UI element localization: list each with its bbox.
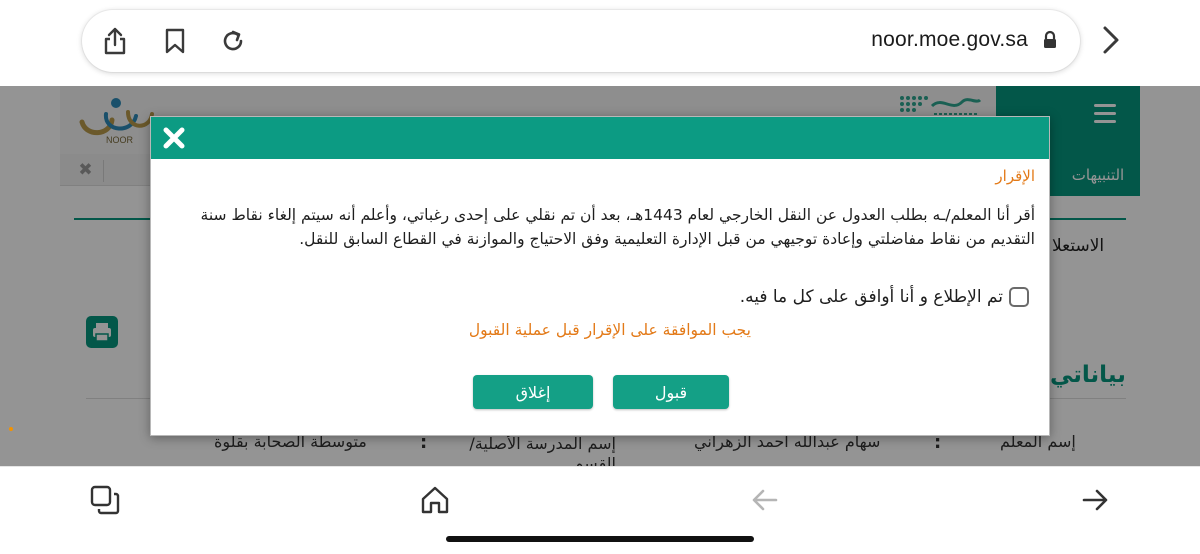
dialog-title: الإقرار xyxy=(995,167,1035,185)
lock-icon xyxy=(1042,30,1058,54)
agree-checkbox[interactable] xyxy=(1009,287,1029,307)
forward-chevron-icon[interactable] xyxy=(1098,24,1124,56)
acknowledgement-dialog: الإقرار أقر أنا المعلم/ـه بطلب العدول عن… xyxy=(150,116,1050,436)
share-icon[interactable] xyxy=(100,26,130,56)
back-icon[interactable] xyxy=(748,483,782,517)
indicator-dot xyxy=(9,427,13,431)
close-icon[interactable] xyxy=(159,123,189,153)
dialog-body: أقر أنا المعلم/ـه بطلب العدول عن النقل ا… xyxy=(200,206,1035,248)
tabs-icon[interactable] xyxy=(88,483,122,517)
close-button[interactable]: إغلاق xyxy=(473,375,593,409)
agree-label[interactable]: تم الإطلاع و أنا أوافق على كل ما فيه. xyxy=(740,287,1003,307)
dialog-header xyxy=(151,117,1049,159)
reload-icon[interactable] xyxy=(218,26,248,56)
address-bar[interactable]: noor.moe.gov.sa xyxy=(82,10,1080,72)
url-text[interactable]: noor.moe.gov.sa xyxy=(871,28,1028,52)
accept-button[interactable]: قبول xyxy=(613,375,729,409)
validation-warning: يجب الموافقة على الإقرار قبل عملية القبو… xyxy=(468,321,751,339)
forward-icon[interactable] xyxy=(1078,483,1112,517)
home-icon[interactable] xyxy=(418,483,452,517)
agree-checkbox-row[interactable]: تم الإطلاع و أنا أوافق على كل ما فيه. xyxy=(740,287,1029,307)
home-indicator[interactable] xyxy=(446,536,754,542)
bookmark-icon[interactable] xyxy=(160,26,190,56)
